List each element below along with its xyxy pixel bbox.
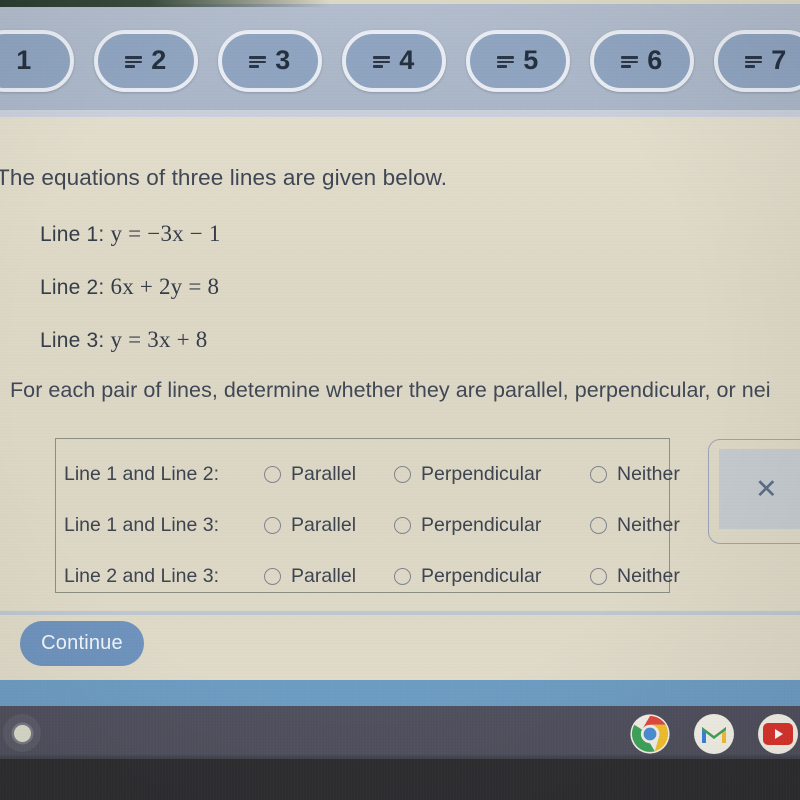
list-icon <box>621 54 639 68</box>
chrome-icon[interactable] <box>628 712 672 759</box>
radio-option-perpendicular[interactable]: Perpendicular <box>394 514 590 537</box>
tab-4[interactable]: 4 <box>342 29 446 92</box>
launcher-icon[interactable] <box>3 714 41 752</box>
answer-table: Line 1 and Line 2: Parallel Perpendicula… <box>55 438 680 593</box>
tab-label: 1 <box>16 45 32 75</box>
question-content: The equations of three lines are given b… <box>0 117 800 680</box>
radio-icon[interactable] <box>590 568 607 585</box>
youtube-icon[interactable] <box>756 712 800 759</box>
option-label: Parallel <box>291 463 357 485</box>
close-x-icon[interactable]: ✕ <box>755 475 778 503</box>
radio-icon[interactable] <box>264 517 281 534</box>
shelf-app-list <box>628 712 800 759</box>
tab-label: 5 <box>523 45 539 75</box>
side-panel-button[interactable]: ✕ <box>719 449 800 529</box>
option-label: Neither <box>617 565 680 587</box>
radio-option-neither[interactable]: Neither <box>590 514 720 537</box>
equation-body: y = 3x + 8 <box>110 327 208 352</box>
radio-option-parallel[interactable]: Parallel <box>264 514 394 537</box>
equation-line-3: Line 3: y = 3x + 8 <box>40 327 560 353</box>
radio-option-neither[interactable]: Neither <box>590 463 720 486</box>
footer-divider <box>0 611 800 615</box>
continue-label: Continue <box>41 632 123 654</box>
tab-label: 2 <box>151 45 167 75</box>
radio-icon[interactable] <box>394 466 411 483</box>
list-icon <box>249 54 267 68</box>
desk-area <box>0 759 800 800</box>
radio-icon[interactable] <box>394 568 411 585</box>
radio-option-parallel[interactable]: Parallel <box>264 565 394 588</box>
tab-5[interactable]: 5 <box>466 29 570 92</box>
equation-line-2: Line 2: 6x + 2y = 8 <box>40 274 560 300</box>
youtube-glyph <box>758 714 798 754</box>
option-label: Neither <box>617 514 680 536</box>
tab-label: 7 <box>771 45 787 75</box>
browser-bottom-band <box>0 680 800 706</box>
list-icon <box>745 54 763 68</box>
table-row: Line 1 and Line 3: Parallel Perpendicula… <box>56 504 680 547</box>
row-label: Line 1 and Line 2: <box>64 463 220 485</box>
row-label: Line 2 and Line 3: <box>64 565 220 587</box>
system-shelf <box>0 706 800 763</box>
equation-line-1: Line 1: y = −3x − 1 <box>40 221 560 247</box>
photo-edge-artifact <box>0 0 330 7</box>
radio-option-perpendicular[interactable]: Perpendicular <box>394 565 590 588</box>
tab-bar: 1 2 3 4 5 6 7 <box>0 4 800 117</box>
option-label: Neither <box>617 463 680 485</box>
option-label: Perpendicular <box>421 463 542 485</box>
list-icon <box>373 54 391 68</box>
tab-3[interactable]: 3 <box>218 29 322 92</box>
tab-label: 4 <box>399 45 415 75</box>
equation-label: Line 1: <box>40 223 105 246</box>
gmail-icon[interactable] <box>692 712 736 759</box>
chrome-glyph <box>630 714 670 754</box>
table-row: Line 2 and Line 3: Parallel Perpendicula… <box>56 555 680 598</box>
option-label: Parallel <box>291 514 357 536</box>
row-label: Line 1 and Line 3: <box>64 514 220 536</box>
radio-icon[interactable] <box>590 466 607 483</box>
equation-label: Line 3: <box>40 329 105 352</box>
radio-option-neither[interactable]: Neither <box>590 565 720 588</box>
screenshot-root: 1 2 3 4 5 6 7 The equations of three lin… <box>0 0 800 800</box>
option-label: Parallel <box>291 565 357 587</box>
gmail-glyph <box>694 714 734 754</box>
equation-body: 6x + 2y = 8 <box>110 274 220 299</box>
tab-6[interactable]: 6 <box>590 29 694 92</box>
radio-option-perpendicular[interactable]: Perpendicular <box>394 463 590 486</box>
list-icon <box>497 54 515 68</box>
question-prompt: The equations of three lines are given b… <box>0 165 448 190</box>
tab-label: 3 <box>275 45 291 75</box>
radio-icon[interactable] <box>394 517 411 534</box>
launcher-dot <box>13 724 31 742</box>
equation-label: Line 2: <box>40 276 105 299</box>
continue-button[interactable]: Continue <box>20 621 144 666</box>
option-label: Perpendicular <box>421 565 542 587</box>
list-icon <box>125 54 143 68</box>
side-panel[interactable]: ✕ <box>708 439 800 544</box>
tab-label: 6 <box>647 45 663 75</box>
radio-icon[interactable] <box>264 466 281 483</box>
tab-2[interactable]: 2 <box>94 29 198 92</box>
question-instruction: For each pair of lines, determine whethe… <box>10 378 771 402</box>
equation-body: y = −3x − 1 <box>110 221 221 246</box>
radio-icon[interactable] <box>590 517 607 534</box>
option-label: Perpendicular <box>421 514 542 536</box>
equation-list: Line 1: y = −3x − 1 Line 2: 6x + 2y = 8 … <box>40 221 560 380</box>
tab-1[interactable]: 1 <box>0 29 74 92</box>
radio-option-parallel[interactable]: Parallel <box>264 463 394 486</box>
radio-icon[interactable] <box>264 568 281 585</box>
table-row: Line 1 and Line 2: Parallel Perpendicula… <box>56 453 680 496</box>
tab-7[interactable]: 7 <box>714 29 800 92</box>
